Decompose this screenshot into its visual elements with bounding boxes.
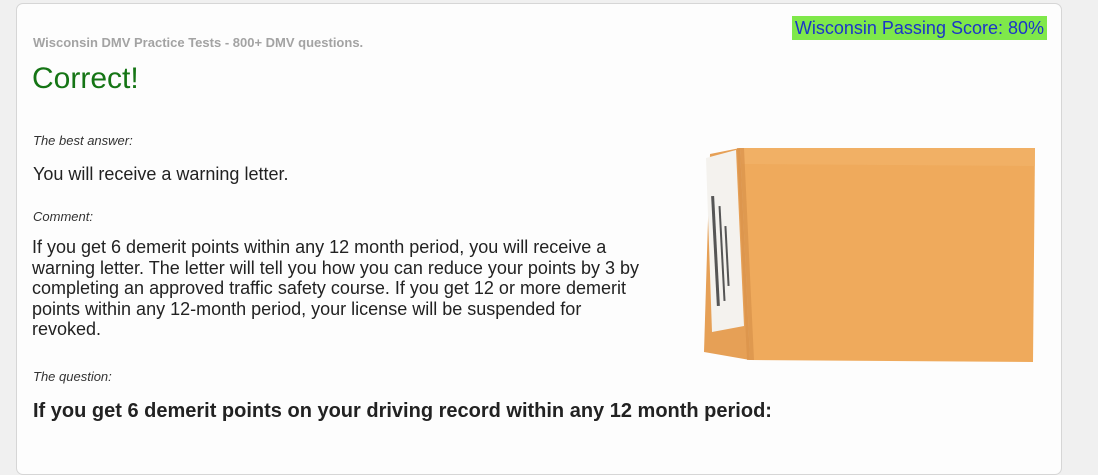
comment-text: If you get 6 demerit points within any 1… <box>32 237 639 340</box>
result-card: Wisconsin Passing Score: 80% Wisconsin D… <box>16 3 1062 475</box>
site-title: Wisconsin DMV Practice Tests - 800+ DMV … <box>33 35 364 50</box>
result-heading: Correct! <box>32 62 139 95</box>
envelope-illustration <box>704 148 1035 362</box>
envelope-body <box>740 148 1035 362</box>
comment-label: Comment: <box>33 209 93 224</box>
best-answer-text: You will receive a warning letter. <box>33 164 289 184</box>
question-label: The question: <box>33 369 112 384</box>
passing-score-badge: Wisconsin Passing Score: 80% <box>791 16 1047 40</box>
best-answer-label: The best answer: <box>33 133 133 148</box>
envelope-highlight <box>740 148 1035 166</box>
question-text: If you get 6 demerit points on your driv… <box>33 400 772 422</box>
envelope-image <box>682 136 1042 370</box>
